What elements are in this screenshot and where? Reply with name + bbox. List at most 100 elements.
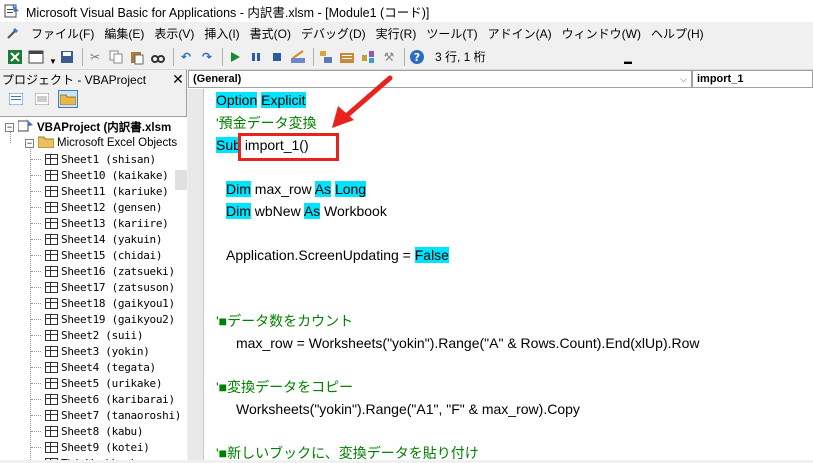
tree-sheet-item[interactable]: Sheet2 (suii) [45, 327, 144, 343]
tree-sheet-item[interactable]: Sheet17 (zatsuson) [45, 279, 175, 295]
insert-userform-icon[interactable] [27, 48, 45, 66]
paste-icon[interactable] [128, 48, 146, 66]
tree-sheet-label: Sheet3 (yokin) [61, 344, 150, 358]
tree-folder-label: Microsoft Excel Objects [57, 137, 178, 149]
menu-window[interactable]: ウィンドウ(W) [557, 25, 646, 42]
margin-indicator-bar[interactable] [188, 89, 204, 460]
procedure-combo[interactable]: import_1 [692, 70, 813, 88]
tree-sheet-label: Sheet18 (gaikyou1) [61, 296, 175, 310]
annotation-highlight-box [238, 133, 339, 161]
menu-view[interactable]: 表示(V) [149, 25, 199, 42]
view-object-icon[interactable] [32, 90, 52, 108]
tree-sheet-item[interactable]: ThisWorkbook [45, 455, 137, 460]
menu-file[interactable]: ファイル(F) [26, 25, 99, 42]
code-combos: (General) ⌵ import_1 [188, 70, 813, 88]
tree-sheet-item[interactable]: Sheet8 (kabu) [45, 423, 144, 439]
toolbox-icon[interactable]: ⚒ [380, 48, 398, 66]
undo-icon[interactable]: ↶ [177, 48, 195, 66]
menu-edit[interactable]: 編集(E) [99, 25, 149, 42]
tree-root[interactable]: − VBAProject (内訳書.xlsm [5, 118, 172, 135]
tree-sheet-label: Sheet11 (kariuke) [61, 184, 169, 198]
code-line-5: Dim wbNew As Workbook [226, 203, 387, 219]
view-excel-icon[interactable] [6, 48, 24, 66]
tree-sheet-item[interactable]: Sheet19 (gaikyou2) [45, 311, 175, 327]
tree-sheet-label: Sheet16 (zatsueki) [61, 264, 175, 278]
tree-sheet-item[interactable]: Sheet14 (yakuin) [45, 231, 162, 247]
menu-insert[interactable]: 挿入(I) [199, 25, 244, 42]
reset-icon[interactable] [268, 48, 286, 66]
cursor-position: 3 行, 1 桁 [435, 50, 486, 64]
menu-run[interactable]: 実行(R) [371, 25, 422, 42]
worksheet-icon [45, 185, 58, 197]
worksheet-icon [45, 329, 58, 341]
design-mode-icon[interactable] [289, 48, 307, 66]
tree-sheet-item[interactable]: Sheet7 (tanaoroshi) [45, 407, 181, 423]
project-explorer: プロジェクト - VBAProject ✕ − VBAProject (内訳書.… [0, 70, 187, 460]
object-combo[interactable]: (General) ⌵ [188, 70, 692, 88]
tree-sheet-item[interactable]: Sheet15 (chidai) [45, 247, 162, 263]
tree-sheet-item[interactable]: Sheet10 (kaikake) [45, 167, 169, 183]
close-icon[interactable]: ✕ [170, 71, 186, 87]
toolbar-separator [222, 47, 223, 66]
collapse-icon[interactable]: − [5, 122, 14, 132]
tree-sheet-item[interactable]: Sheet16 (zatsueki) [45, 263, 175, 279]
worksheet-icon [45, 201, 58, 213]
properties-icon[interactable] [338, 48, 356, 66]
run-icon[interactable] [226, 48, 244, 66]
worksheet-icon [45, 297, 58, 309]
tree-folder[interactable]: − Microsoft Excel Objects [25, 135, 177, 151]
tree-sheet-item[interactable]: Sheet4 (tegata) [45, 359, 156, 375]
splitter-handle[interactable] [175, 170, 187, 190]
find-icon[interactable] [149, 48, 167, 66]
tree-sheet-item[interactable]: Sheet12 (gensen) [45, 199, 162, 215]
copy-icon[interactable] [107, 48, 125, 66]
toolbar-separator [313, 47, 314, 66]
tree-sheet-label: Sheet15 (chidai) [61, 248, 163, 262]
pause-icon[interactable] [247, 48, 265, 66]
worksheet-icon [45, 249, 58, 261]
tree-root-label: VBAProject (内訳書.xlsm [37, 122, 172, 134]
svg-text:?: ? [414, 51, 420, 64]
tree-sheet-label: Sheet4 (tegata) [61, 360, 156, 374]
code-line-9: '■変換データをコピー [216, 379, 354, 395]
worksheet-icon [45, 393, 58, 405]
menu-format[interactable]: 書式(O) [245, 25, 296, 42]
tree-sheet-item[interactable]: Sheet1 (shisan) [45, 151, 156, 167]
help-icon[interactable]: ? [408, 48, 426, 66]
save-icon[interactable] [58, 48, 76, 66]
menu-tools[interactable]: ツール(T) [421, 25, 482, 42]
worksheet-icon [45, 169, 58, 181]
worksheet-icon [45, 425, 58, 437]
menu-bar: ファイル(F) 編集(E) 表示(V) 挿入(I) 書式(O) デバッグ(D) … [0, 22, 813, 44]
worksheet-icon [45, 281, 58, 293]
toggle-folders-icon[interactable] [58, 90, 78, 108]
tree-sheet-item[interactable]: Sheet9 (kotei) [45, 439, 150, 455]
tree-sheet-label: Sheet5 (urikake) [61, 376, 163, 390]
collapse-icon[interactable]: − [25, 138, 34, 148]
tree-sheet-item[interactable]: Sheet13 (kariire) [45, 215, 169, 231]
tree-sheet-item[interactable]: Sheet18 (gaikyou1) [45, 295, 175, 311]
worksheet-icon [45, 409, 58, 421]
toolbar-options-icon[interactable]: ▬ [623, 48, 633, 66]
worksheet-icon [45, 217, 58, 229]
menu-help[interactable]: ヘルプ(H) [646, 25, 709, 42]
excel-menu-icon[interactable] [4, 24, 22, 42]
object-browser-icon[interactable] [359, 48, 377, 66]
project-explorer-icon[interactable] [317, 48, 335, 66]
cut-icon[interactable]: ✂ [86, 48, 104, 66]
project-explorer-toolbar [0, 88, 186, 110]
chevron-down-icon[interactable]: ⌵ [680, 74, 687, 85]
tree-sheet-label: ThisWorkbook [61, 457, 137, 461]
folder-icon [37, 136, 55, 151]
tree-sheet-item[interactable]: Sheet6 (karibarai) [45, 391, 175, 407]
menu-debug[interactable]: デバッグ(D) [296, 25, 371, 42]
tree-sheet-item[interactable]: Sheet11 (kariuke) [45, 183, 169, 199]
view-code-icon[interactable] [6, 90, 26, 108]
code-line-10: Worksheets("yokin").Range("A1", "F" & ma… [236, 401, 580, 417]
tree-sheet-label: Sheet19 (gaikyou2) [61, 312, 175, 326]
tree-sheet-item[interactable]: Sheet3 (yokin) [45, 343, 150, 359]
redo-icon[interactable]: ↷ [198, 48, 216, 66]
chevron-down-icon[interactable]: ▼ [48, 48, 58, 66]
tree-sheet-item[interactable]: Sheet5 (urikake) [45, 375, 162, 391]
menu-addins[interactable]: アドイン(A) [483, 25, 557, 42]
